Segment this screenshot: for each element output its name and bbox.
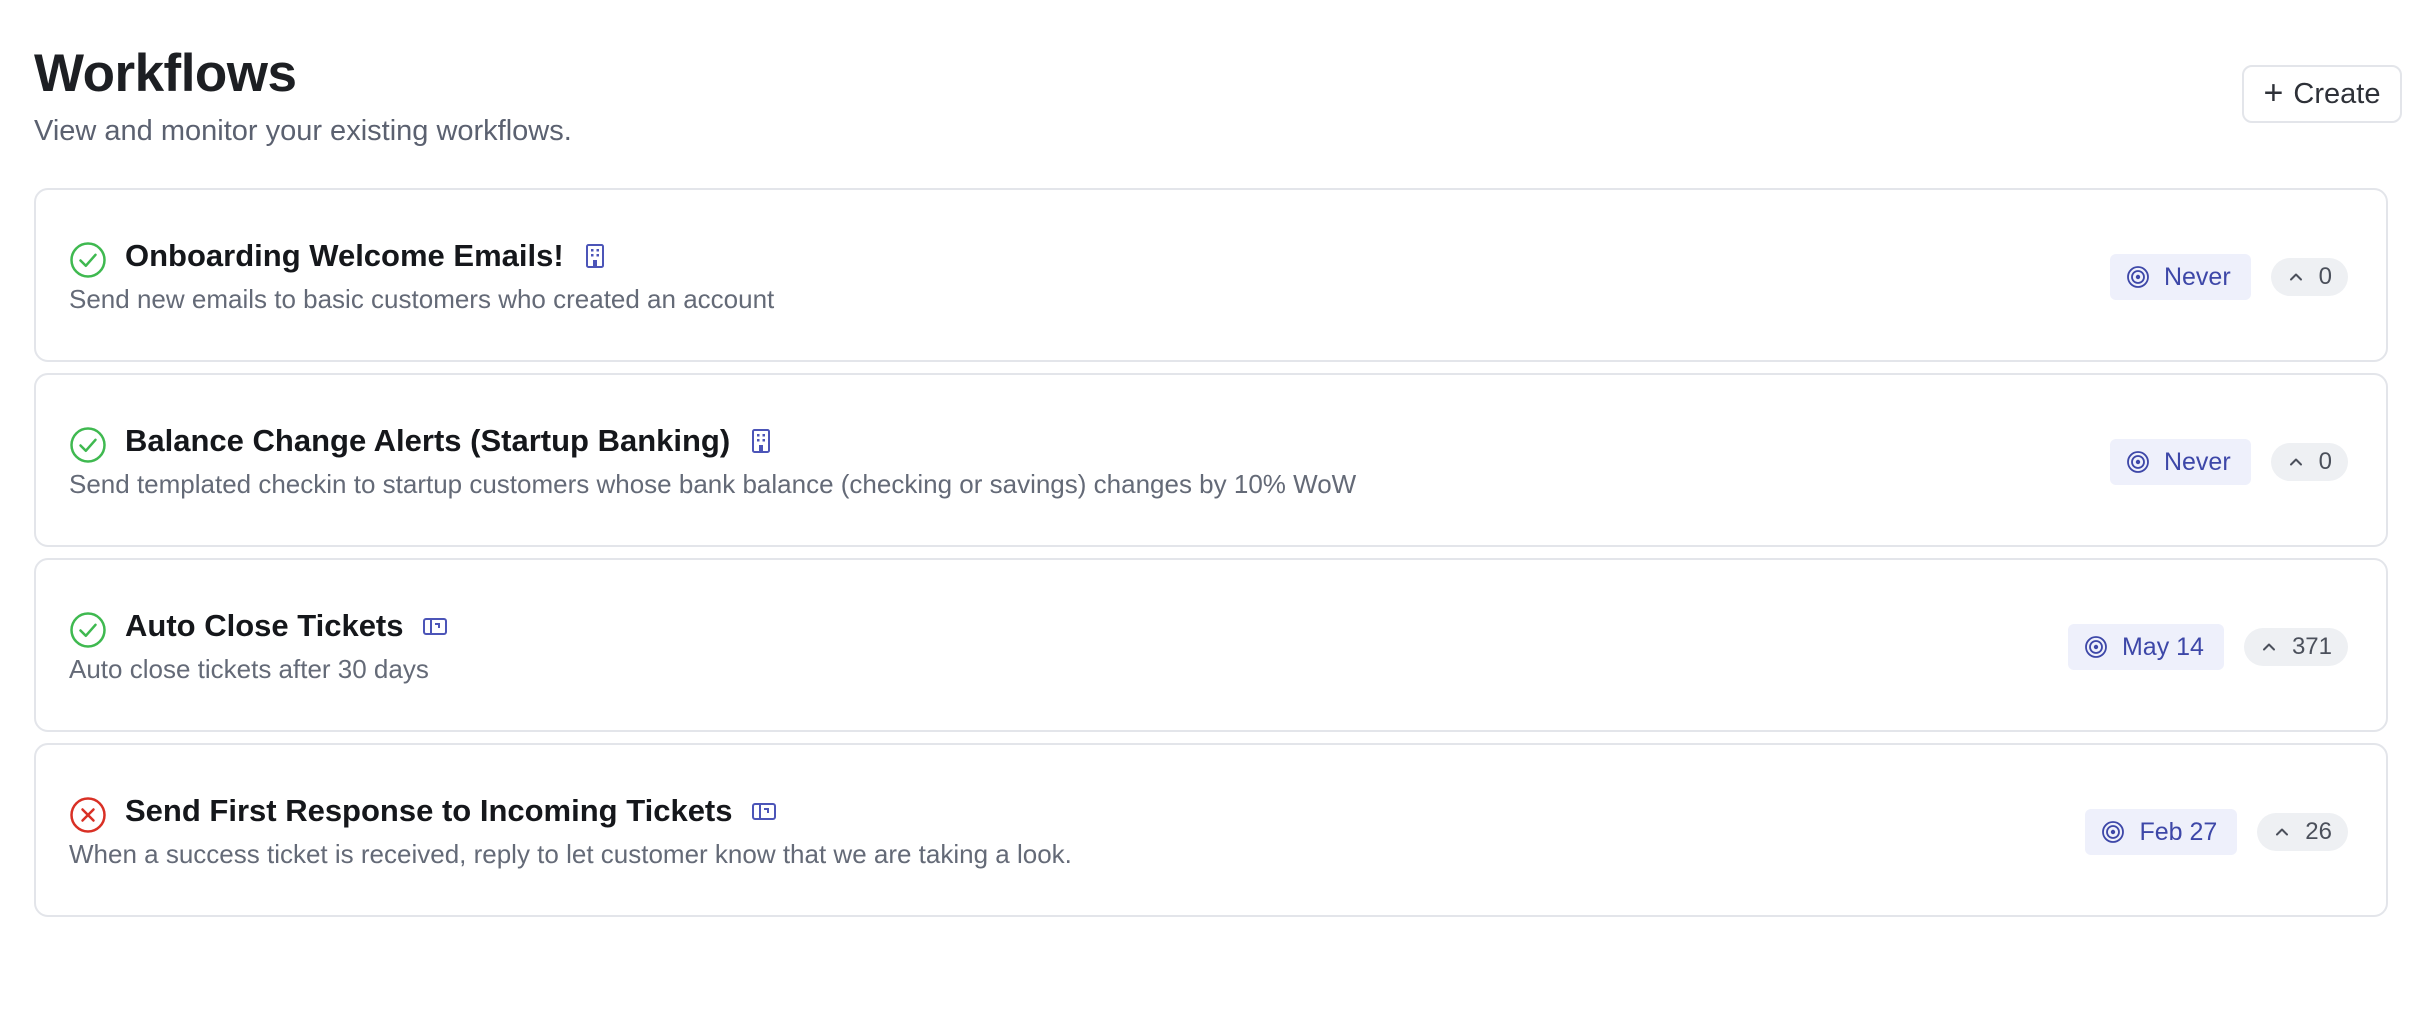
plus-icon: + — [2263, 73, 2284, 112]
check-circle-icon — [70, 612, 106, 648]
building-icon — [585, 244, 604, 268]
run-count: 0 — [2318, 448, 2332, 475]
run-count-badge: 26 — [2257, 813, 2348, 851]
last-run-badge: Feb 27 — [2085, 809, 2238, 855]
run-count-badge: 0 — [2270, 443, 2348, 481]
run-count: 371 — [2291, 633, 2332, 660]
workflow-title[interactable]: Onboarding Welcome Emails! — [125, 238, 564, 274]
workflow-description: When a success ticket is received, reply… — [69, 839, 1072, 869]
last-run-badge: May 14 — [2067, 624, 2224, 670]
workflow-description: Auto close tickets after 30 days — [69, 654, 429, 684]
x-circle-icon — [70, 797, 106, 833]
page-header: Workflows View and monitor your existing… — [34, 40, 572, 150]
workflow-title[interactable]: Balance Change Alerts (Startup Banking) — [125, 423, 730, 459]
ticket-icon — [751, 803, 776, 820]
last-run-label: Never — [2163, 262, 2231, 291]
page-subtitle: View and monitor your existing workflows… — [34, 115, 572, 147]
workflow-title[interactable]: Auto Close Tickets — [125, 608, 404, 644]
workflow-card[interactable]: Send First Response to Incoming Tickets … — [34, 743, 2388, 917]
ticket-icon — [422, 618, 447, 635]
last-run-label: Feb 27 — [2139, 817, 2218, 846]
page-title: Workflows — [34, 44, 297, 103]
workflow-card[interactable]: Auto Close Tickets Auto close tickets af… — [34, 558, 2388, 732]
target-icon — [2127, 451, 2149, 473]
building-icon — [752, 429, 771, 453]
create-button-label: Create — [2293, 77, 2381, 110]
last-run-label: May 14 — [2121, 632, 2204, 661]
last-run-badge: Never — [2109, 439, 2251, 485]
workflow-card[interactable]: Balance Change Alerts (Startup Banking) … — [34, 373, 2388, 547]
chevron-up-icon — [2289, 458, 2302, 466]
run-count-badge: 371 — [2243, 628, 2348, 666]
target-icon — [2085, 636, 2107, 658]
workflow-list: Onboarding Welcome Emails! Send new emai… — [34, 188, 2388, 928]
workflow-title[interactable]: Send First Response to Incoming Tickets — [125, 793, 733, 829]
create-button[interactable]: + Create — [2242, 65, 2402, 123]
workflow-description: Send templated checkin to startup custom… — [69, 469, 1357, 499]
run-count: 0 — [2318, 263, 2332, 290]
workflow-card[interactable]: Onboarding Welcome Emails! Send new emai… — [34, 188, 2388, 362]
last-run-label: Never — [2163, 447, 2231, 476]
chevron-up-icon — [2276, 828, 2289, 836]
chevron-up-icon — [2262, 643, 2275, 651]
target-icon — [2102, 821, 2125, 843]
chevron-up-icon — [2289, 273, 2302, 281]
run-count-badge: 0 — [2270, 258, 2348, 296]
workflow-description: Send new emails to basic customers who c… — [69, 284, 775, 314]
check-circle-icon — [70, 427, 106, 463]
check-circle-icon — [70, 242, 106, 278]
target-icon — [2127, 266, 2149, 288]
run-count: 26 — [2305, 818, 2332, 845]
last-run-badge: Never — [2109, 254, 2251, 300]
